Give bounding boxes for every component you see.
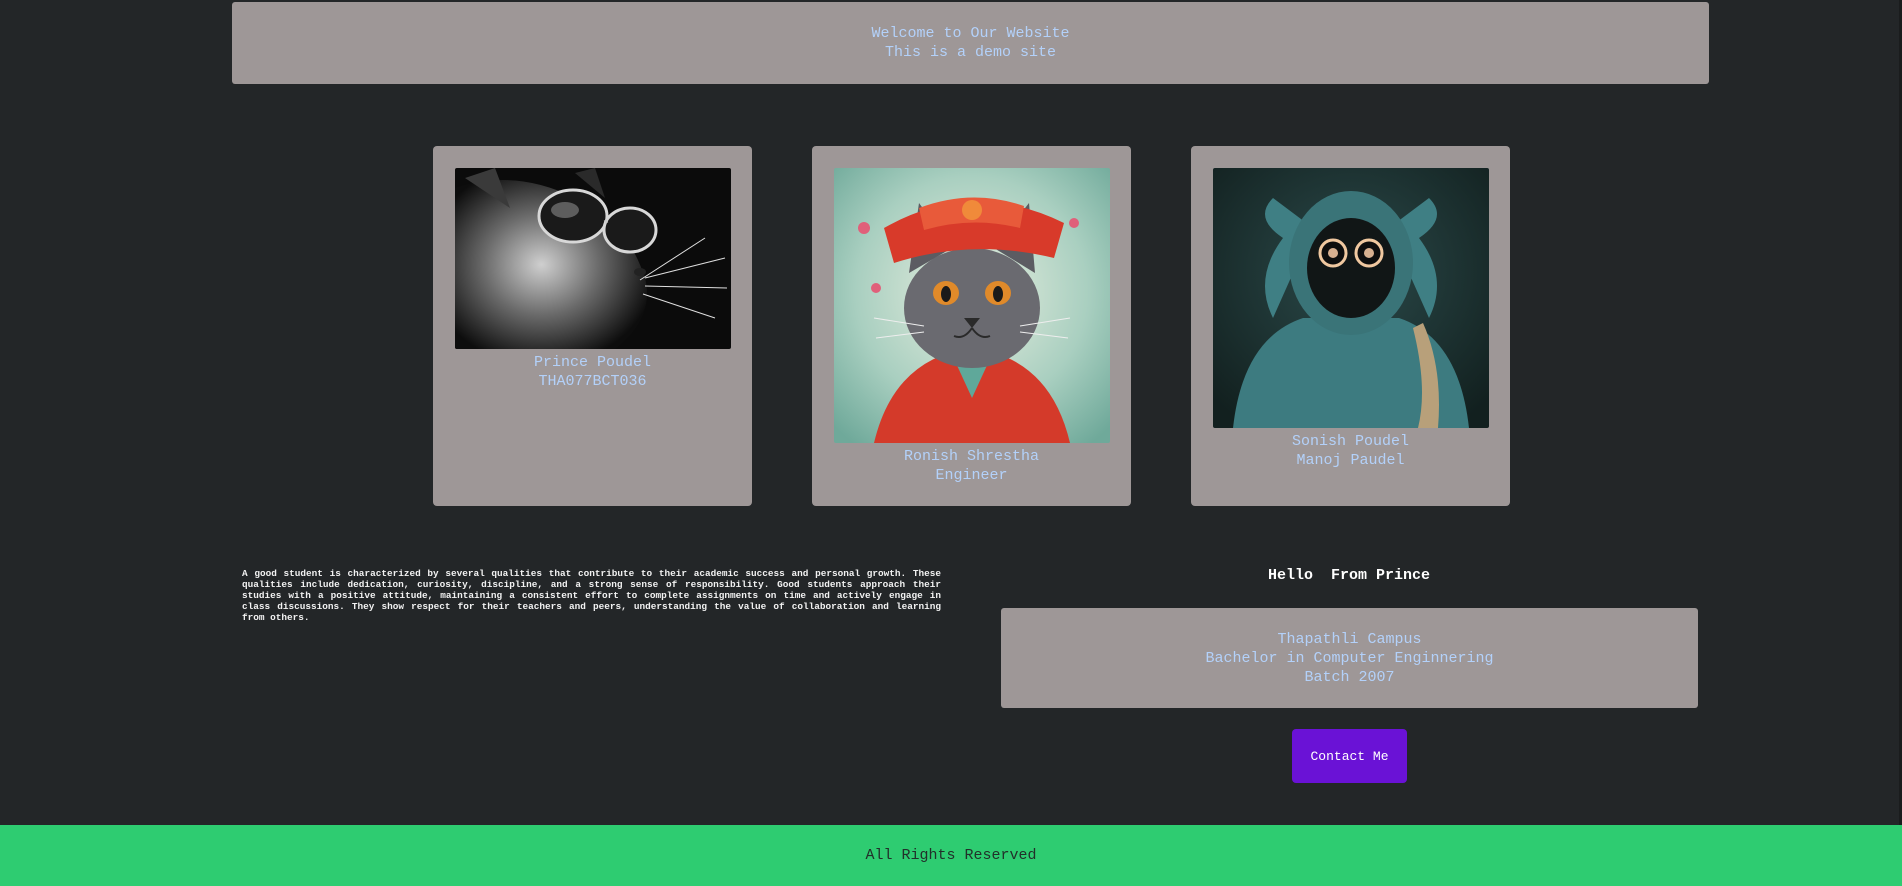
card-caption: Prince Poudel THA077BCT036 [534, 353, 651, 391]
card-caption: Sonish Poudel Manoj Paudel [1292, 432, 1409, 470]
footer-text: All Rights Reserved [865, 847, 1037, 864]
greeting-heading: Hello From Prince [1267, 567, 1431, 584]
contact-me-button[interactable]: Contact Me [1292, 729, 1407, 783]
cat-costume-image [833, 168, 1110, 443]
good-student-paragraph: A good student is characterized by sever… [242, 568, 941, 623]
campus-batch: Batch 2007 [1304, 668, 1395, 686]
card-name: Sonish Poudel [1291, 433, 1410, 450]
footer: All Rights Reserved [0, 825, 1902, 886]
welcome-subtitle: This is a demo site [884, 44, 1057, 61]
card-caption: Ronish Shrestha Engineer [904, 447, 1039, 485]
profile-card-ronish: Ronish Shrestha Engineer [812, 146, 1131, 506]
welcome-title: Welcome to Our Website [871, 25, 1070, 42]
card-subtitle: Manoj Paudel [1296, 452, 1405, 469]
card-subtitle: Engineer [935, 467, 1008, 484]
profile-card-prince: Prince Poudel THA077BCT036 [433, 146, 752, 506]
campus-info-box: Thapathli Campus Bachelor in Computer En… [1001, 608, 1698, 708]
campus-program: Bachelor in Computer Enginnering [1205, 649, 1494, 667]
hooded-figure-image [1212, 168, 1489, 428]
campus-name: Thapathli Campus [1277, 630, 1422, 648]
welcome-banner: Welcome to Our Website This is a demo si… [232, 2, 1709, 84]
profile-card-sonish: Sonish Poudel Manoj Paudel [1191, 146, 1510, 506]
card-subtitle: THA077BCT036 [538, 373, 647, 390]
card-name: Prince Poudel [533, 354, 652, 371]
cat-sunglasses-image [454, 168, 731, 349]
card-name: Ronish Shrestha [903, 448, 1040, 465]
